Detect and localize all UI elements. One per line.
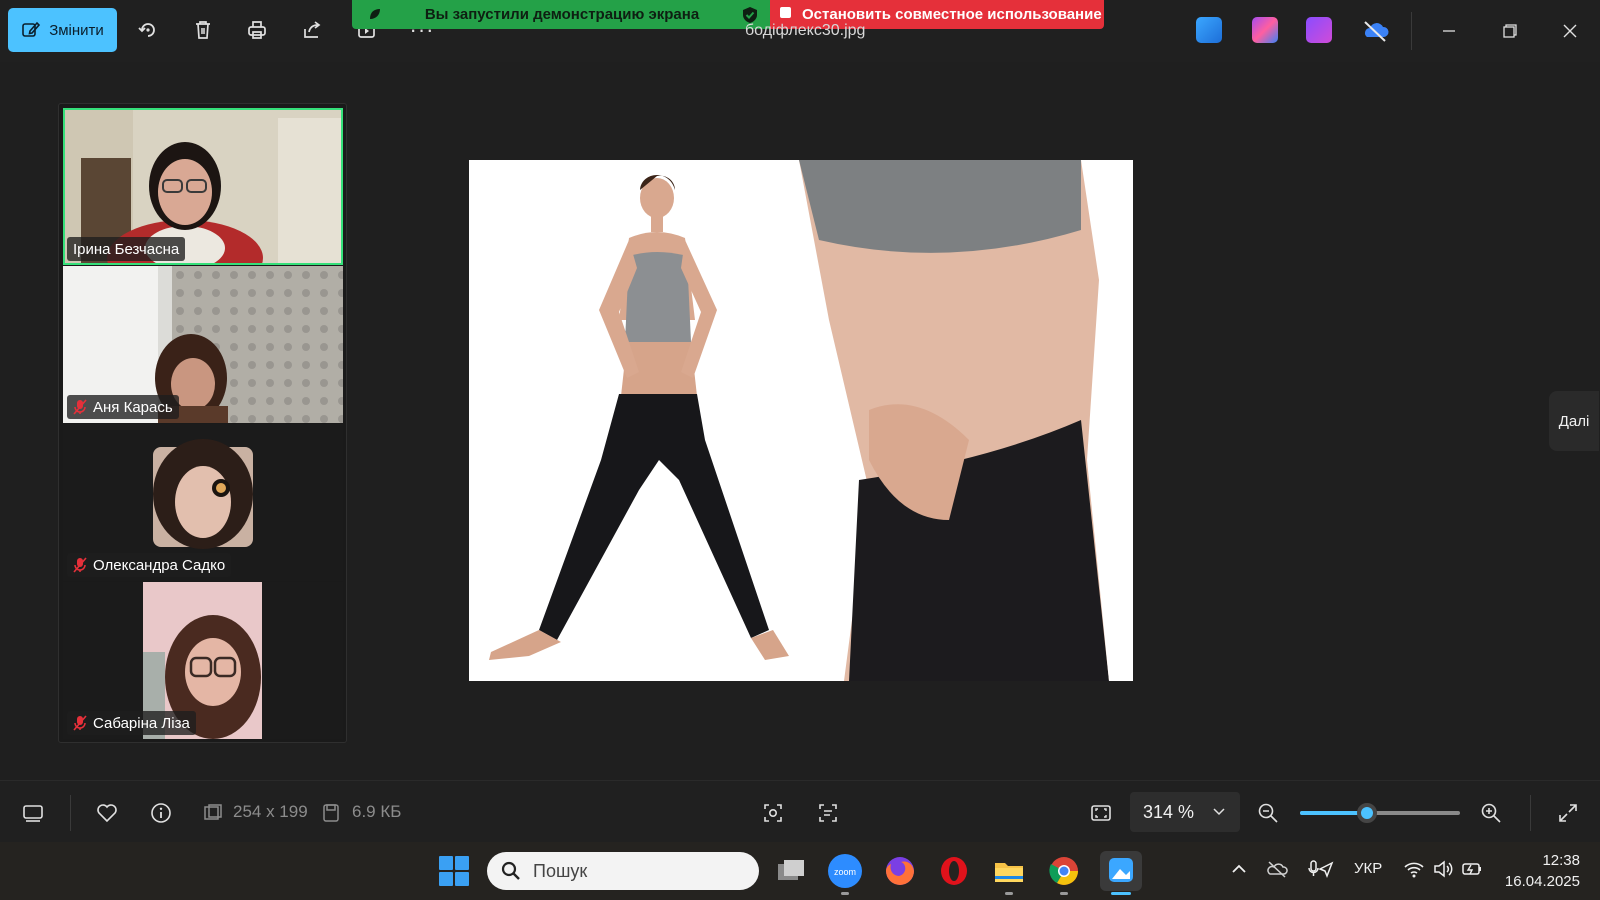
info-icon[interactable] <box>148 800 174 826</box>
restore-icon[interactable] <box>1495 16 1525 46</box>
file-title: бодіфлекс30.jpg <box>745 22 866 39</box>
share-leaf-icon <box>370 9 380 19</box>
zoom-level-dropdown[interactable]: 314 % <box>1130 792 1240 832</box>
screen-share-banner: Вы запустили демонстрацию экрана <box>352 0 772 29</box>
microphone-muted-icon <box>73 399 87 415</box>
print-icon[interactable] <box>241 14 273 46</box>
delete-icon[interactable] <box>187 14 219 46</box>
running-indicator <box>1060 892 1068 895</box>
favorite-heart-icon[interactable] <box>94 800 120 826</box>
start-windows-icon[interactable] <box>439 856 469 886</box>
running-indicator <box>1005 892 1013 895</box>
onedrive-off-icon[interactable] <box>1360 17 1390 43</box>
fit-to-window-icon[interactable] <box>1088 800 1114 826</box>
zoom-out-icon[interactable] <box>1255 800 1281 826</box>
zoom-in-icon[interactable] <box>1478 800 1504 826</box>
chevron-down-icon <box>1213 808 1225 816</box>
opera-app-icon[interactable] <box>937 854 971 888</box>
toolbar-divider <box>1411 12 1412 50</box>
participant-name: Олександра Садко <box>93 556 226 574</box>
photos-app-icon[interactable] <box>1196 17 1222 43</box>
svg-text:zoom: zoom <box>834 867 856 877</box>
volume-icon[interactable] <box>1432 858 1454 880</box>
file-explorer-icon[interactable] <box>992 854 1026 888</box>
zoom-level-value: 314 % <box>1143 801 1195 822</box>
chrome-app-icon[interactable] <box>1047 854 1081 888</box>
battery-icon[interactable] <box>1461 858 1483 880</box>
zoom-slider-thumb[interactable] <box>1357 803 1378 823</box>
search-icon <box>501 861 520 880</box>
viewer-status-bar: 254 x 199 6.9 КБ 314 % <box>0 780 1600 842</box>
share-icon[interactable] <box>296 14 328 46</box>
edit-image-icon <box>22 21 41 37</box>
participant-name: Ірина Безчасна <box>73 240 180 258</box>
file-size: 6.9 КБ <box>352 802 402 821</box>
next-image-button[interactable]: Далі <box>1549 391 1599 451</box>
search-placeholder: Пошук <box>533 860 588 881</box>
filmstrip-icon[interactable] <box>20 800 46 826</box>
dimensions-icon <box>200 800 226 826</box>
running-indicator <box>841 892 849 895</box>
status-divider <box>70 795 71 831</box>
participant-name-chip: Олександра Садко <box>67 553 232 577</box>
screen-share-text: Вы запустили демонстрацию экрана <box>424 6 700 23</box>
participant-tile-4[interactable]: Сабаріна Ліза <box>63 582 343 739</box>
participant-name: Аня Карась <box>93 398 173 416</box>
participant-name-chip: Ірина Безчасна <box>67 237 186 261</box>
participant-tile-2[interactable]: Аня Карась <box>63 266 343 423</box>
wifi-icon[interactable] <box>1403 858 1425 880</box>
task-view-icon[interactable] <box>774 854 808 888</box>
close-icon[interactable] <box>1555 16 1585 46</box>
participant-name-chip: Сабаріна Ліза <box>67 711 196 735</box>
stop-square-icon <box>780 7 791 18</box>
displayed-image[interactable] <box>469 160 1133 681</box>
firefox-app-icon[interactable] <box>883 854 917 888</box>
fitness-photo <box>469 160 1133 681</box>
next-image-label: Далі <box>1558 412 1590 430</box>
participant-tile-1[interactable]: Ірина Безчасна <box>63 108 343 265</box>
minimize-icon[interactable] <box>1434 16 1464 46</box>
edit-button[interactable]: Змінити <box>8 8 117 52</box>
microphone-muted-icon <box>73 715 87 731</box>
clock-date: 16.04.2025 <box>1504 873 1580 890</box>
status-divider <box>1530 795 1531 831</box>
participant-tile-3[interactable]: Олександра Садко <box>63 424 343 581</box>
file-size-icon <box>318 800 344 826</box>
clock-time: 12:38 <box>1542 852 1580 869</box>
system-clock[interactable]: 12:38 16.04.2025 <box>1500 850 1580 892</box>
zoom-slider[interactable] <box>1300 803 1460 823</box>
scan-text-icon[interactable] <box>815 800 841 826</box>
participant-name-chip: Аня Карась <box>67 395 179 419</box>
taskbar-search-box[interactable]: Пошук <box>487 852 759 890</box>
clipchamp-app-icon[interactable] <box>1306 17 1332 43</box>
input-language[interactable]: УКР <box>1354 860 1382 877</box>
fullscreen-icon[interactable] <box>1555 800 1581 826</box>
viewer-toolbar: Змінити ··· Вы запустили демонстрацию эк… <box>0 0 1600 62</box>
stop-sharing-label: Остановить совместное использование <box>802 6 1102 23</box>
visual-search-icon[interactable] <box>760 800 786 826</box>
rotate-icon[interactable] <box>132 14 164 46</box>
image-dimensions: 254 x 199 <box>233 802 308 821</box>
active-indicator <box>1111 892 1131 895</box>
edit-button-label: Змінити <box>49 21 104 39</box>
microphone-muted-icon <box>73 557 87 573</box>
mic-location-icon[interactable] <box>1308 858 1334 880</box>
photos-app-taskbar-icon[interactable] <box>1100 851 1142 891</box>
windows-taskbar: Пошук zoom УКР 12:38 16.04.2025 <box>0 842 1600 900</box>
zoom-app-icon[interactable]: zoom <box>828 854 862 888</box>
participant-name: Сабаріна Ліза <box>93 714 190 732</box>
chevron-up-icon[interactable] <box>1228 858 1250 880</box>
video-participants-panel: Ірина Безчасна Аня Карась Олександра Сад… <box>58 103 347 743</box>
designer-app-icon[interactable] <box>1252 17 1278 43</box>
onedrive-tray-icon[interactable] <box>1266 858 1288 880</box>
